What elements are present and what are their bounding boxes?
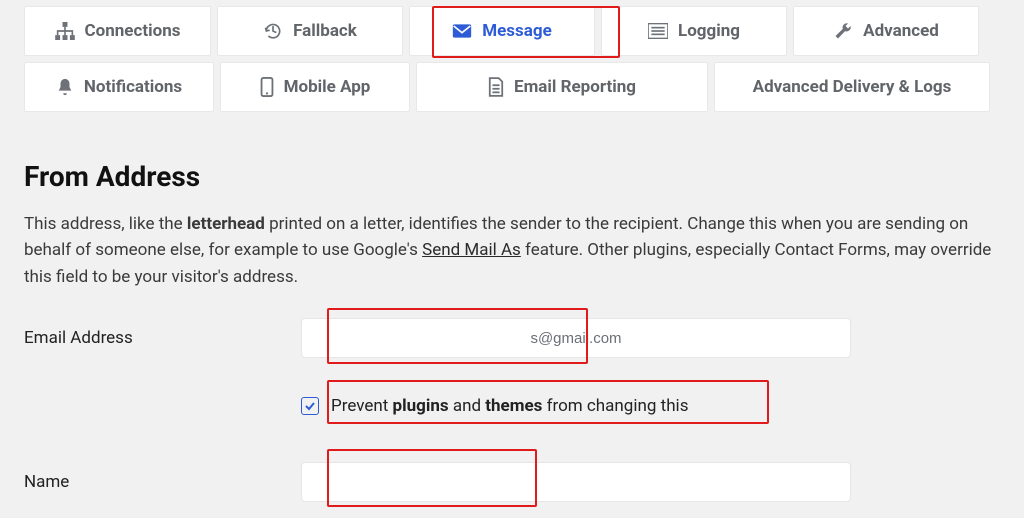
- tab-advanced[interactable]: Advanced: [793, 6, 979, 56]
- sitemap-icon: [55, 22, 75, 40]
- tab-label: Advanced Delivery & Logs: [753, 77, 952, 97]
- envelope-icon: [452, 23, 472, 39]
- list-icon: [648, 23, 668, 39]
- tab-connections[interactable]: Connections: [24, 6, 211, 56]
- tab-label: Advanced: [863, 21, 939, 41]
- send-mail-as-link[interactable]: Send Mail As: [422, 240, 521, 260]
- history-icon: [263, 21, 283, 41]
- email-address-row: Email Address: [24, 318, 1000, 358]
- tab-label: Email Reporting: [514, 77, 636, 97]
- name-row: Name: [24, 462, 1000, 502]
- email-address-label: Email Address: [24, 328, 301, 348]
- settings-tabs-row-2: Notifications Mobile App Email Reporting…: [24, 62, 1000, 112]
- tab-label: Logging: [678, 21, 740, 41]
- tab-label: Fallback: [293, 21, 357, 41]
- name-label: Name: [24, 472, 301, 492]
- tab-label: Connections: [85, 21, 181, 41]
- wrench-icon: [833, 21, 853, 41]
- section-description: This address, like the letterhead printe…: [24, 211, 1000, 290]
- tab-advanced-delivery-logs[interactable]: Advanced Delivery & Logs: [714, 62, 990, 112]
- prevent-override-checkbox[interactable]: [301, 397, 319, 415]
- settings-tabs-row-1: Connections Fallback Message Logging Adv…: [24, 6, 1000, 56]
- tab-label: Notifications: [84, 77, 182, 97]
- prevent-override-label: Prevent plugins and themes from changing…: [331, 396, 688, 416]
- mobile-icon: [260, 77, 274, 97]
- tab-message[interactable]: Message: [409, 6, 595, 56]
- tab-label: Message: [482, 21, 552, 41]
- tab-label: Mobile App: [284, 77, 371, 97]
- tab-notifications[interactable]: Notifications: [24, 62, 214, 112]
- email-address-input[interactable]: [301, 318, 851, 358]
- bell-icon: [56, 77, 74, 97]
- section-heading: From Address: [24, 160, 1000, 193]
- name-input[interactable]: [301, 462, 851, 502]
- tab-logging[interactable]: Logging: [601, 6, 787, 56]
- prevent-override-row: Prevent plugins and themes from changing…: [24, 358, 1000, 416]
- tab-fallback[interactable]: Fallback: [217, 6, 403, 56]
- doc-icon: [488, 77, 504, 97]
- tab-email-reporting[interactable]: Email Reporting: [416, 62, 708, 112]
- tab-mobile-app[interactable]: Mobile App: [220, 62, 410, 112]
